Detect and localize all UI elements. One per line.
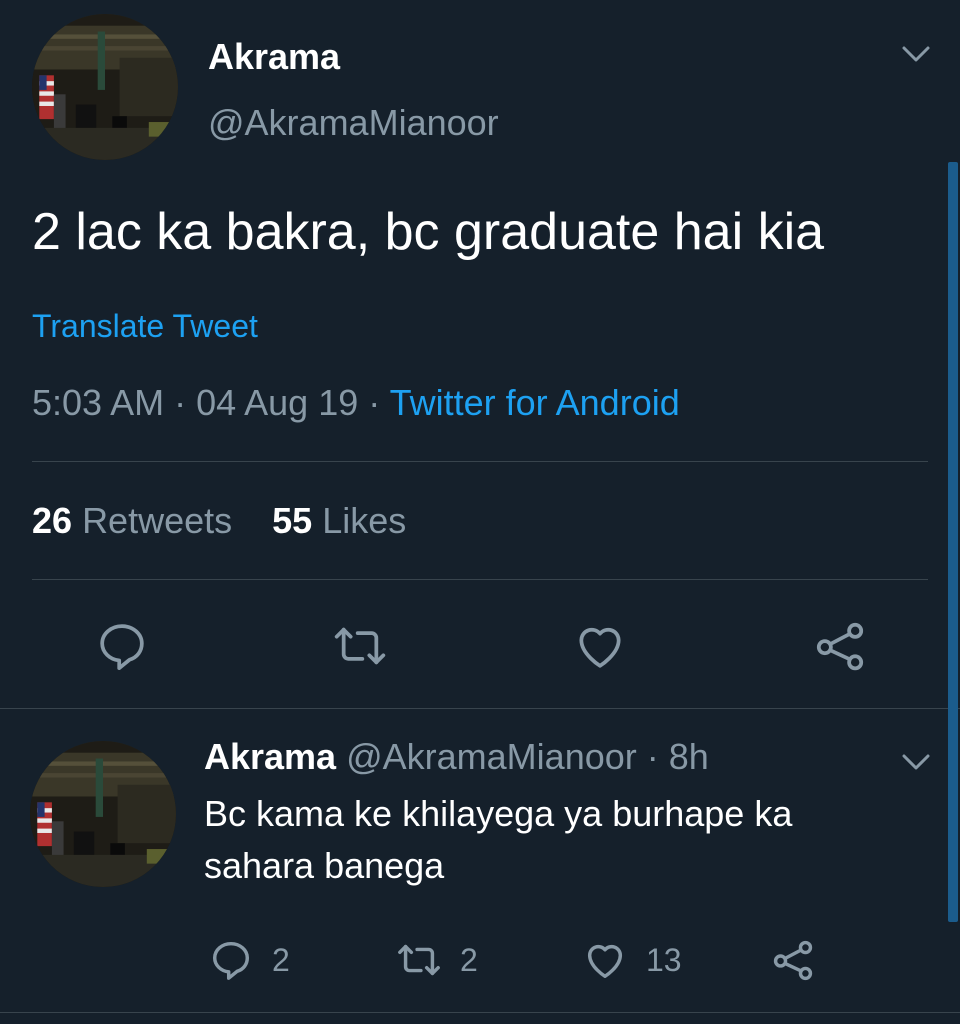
reply-age: 8h: [668, 736, 709, 777]
like-count: 13: [646, 941, 682, 978]
divider: [32, 461, 928, 462]
tweet-metadata: 5:03 AM · 04 Aug 19 · Twitter for Androi…: [32, 382, 680, 424]
meta-separator: ·: [164, 382, 197, 423]
likes-stat[interactable]: 55 Likes: [272, 500, 406, 541]
reply-author-name[interactable]: Akrama: [204, 736, 336, 777]
chevron-down-icon[interactable]: [900, 750, 932, 774]
tweet-time: 5:03 AM: [32, 382, 165, 423]
tweet-date: 04 Aug 19: [196, 382, 359, 423]
avatar-image: [32, 14, 178, 160]
scrollbar[interactable]: [948, 162, 958, 922]
meta-separator: ·: [636, 736, 669, 777]
reply-share-action[interactable]: [770, 936, 816, 984]
reply-retweet-action[interactable]: 2: [396, 936, 478, 984]
reply-header: Akrama @AkramaMianoor · 8h: [204, 736, 709, 778]
retweet-count: 2: [460, 941, 478, 978]
reply-author-handle[interactable]: @AkramaMianoor: [346, 736, 637, 777]
retweet-icon[interactable]: [332, 618, 388, 674]
tweet-detail-page: Akrama @AkramaMianoor 2 lac ka bakra, bc…: [0, 0, 960, 1024]
likes-count: 55: [272, 500, 313, 541]
reply-icon: [212, 941, 250, 980]
retweets-count: 26: [32, 500, 73, 541]
like-icon: [587, 944, 623, 979]
retweets-stat[interactable]: 26 Retweets: [32, 500, 232, 541]
translate-tweet-link[interactable]: Translate Tweet: [32, 308, 258, 345]
divider: [0, 708, 960, 709]
divider: [32, 579, 928, 580]
author-handle[interactable]: @AkramaMianoor: [208, 102, 499, 144]
reply-icon[interactable]: [94, 618, 150, 674]
share-icon: [773, 940, 813, 981]
reply-count: 2: [272, 941, 290, 978]
reply-reply-action[interactable]: 2: [208, 936, 290, 984]
meta-separator: ·: [358, 382, 390, 423]
reply-author-avatar[interactable]: [30, 741, 176, 887]
share-icon[interactable]: [812, 618, 868, 674]
avatar-image: [30, 741, 176, 887]
likes-label: Likes: [322, 500, 407, 541]
author-avatar[interactable]: [32, 14, 178, 160]
tweet-source-link[interactable]: Twitter for Android: [390, 382, 680, 423]
author-name[interactable]: Akrama: [208, 36, 340, 78]
like-icon[interactable]: [572, 618, 628, 674]
retweet-icon: [398, 944, 440, 976]
tweet-stats: 26 Retweets 55 Likes: [32, 500, 406, 542]
reply-text: Bc kama ke khilayega ya burhape ka sahar…: [204, 793, 793, 886]
retweets-label: Retweets: [82, 500, 233, 541]
reply-like-action[interactable]: 13: [582, 936, 682, 984]
chevron-down-icon[interactable]: [900, 42, 932, 66]
divider: [0, 1012, 960, 1013]
tweet-text: 2 lac ka bakra, bc graduate hai kia: [32, 203, 825, 261]
